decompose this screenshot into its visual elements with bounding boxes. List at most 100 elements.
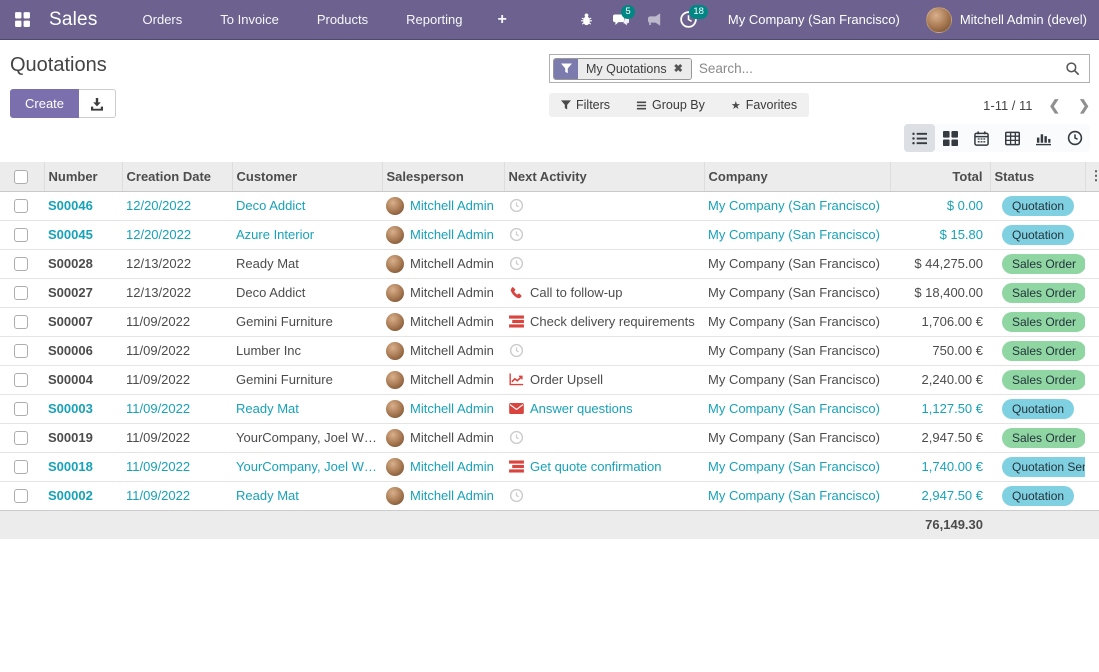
- cell-next-activity[interactable]: [504, 423, 704, 452]
- row-checkbox[interactable]: [14, 315, 28, 329]
- column-header-number[interactable]: Number: [44, 162, 122, 191]
- row-checkbox[interactable]: [14, 402, 28, 416]
- view-list-button[interactable]: [904, 124, 935, 152]
- menu-orders[interactable]: Orders: [124, 0, 202, 40]
- facet-remove-icon[interactable]: ✖: [674, 62, 683, 75]
- table-row[interactable]: S0004512/20/2022Azure InteriorMitchell A…: [0, 220, 1099, 249]
- search-icon[interactable]: [1056, 61, 1089, 76]
- row-checkbox[interactable]: [14, 286, 28, 300]
- column-header-total[interactable]: Total: [890, 162, 990, 191]
- chart-icon[interactable]: [508, 373, 524, 386]
- cell-next-activity[interactable]: [504, 220, 704, 249]
- apps-menu-icon[interactable]: [0, 0, 45, 40]
- optional-columns-icon[interactable]: ⋮: [1085, 162, 1099, 191]
- table-row[interactable]: S0002712/13/2022Deco AddictMitchell Admi…: [0, 278, 1099, 307]
- tasks-icon[interactable]: [508, 315, 524, 328]
- phone-icon[interactable]: [508, 286, 524, 300]
- table-row[interactable]: S0001911/09/2022YourCompany, Joel Willis…: [0, 423, 1099, 452]
- view-pivot-button[interactable]: [997, 124, 1028, 152]
- table-row[interactable]: S0000211/09/2022Ready MatMitchell AdminM…: [0, 481, 1099, 510]
- cell-next-activity[interactable]: [504, 191, 704, 220]
- column-header-status[interactable]: Status: [990, 162, 1085, 191]
- column-header-customer[interactable]: Customer: [232, 162, 382, 191]
- page-title: Quotations: [10, 54, 107, 77]
- row-checkbox[interactable]: [14, 344, 28, 358]
- view-activity-button[interactable]: [1059, 124, 1090, 152]
- avatar[interactable]: [926, 7, 952, 33]
- cell-next-activity[interactable]: Call to follow-up: [504, 278, 704, 307]
- row-checkbox[interactable]: [14, 373, 28, 387]
- cell-salesperson: Mitchell Admin: [382, 307, 504, 336]
- table-row[interactable]: S0000411/09/2022Gemini FurnitureMitchell…: [0, 365, 1099, 394]
- table-row[interactable]: S0000611/09/2022Lumber IncMitchell Admin…: [0, 336, 1099, 365]
- debug-bug-icon[interactable]: [570, 0, 604, 40]
- calendar-icon: [974, 131, 989, 146]
- column-header-salesperson[interactable]: Salesperson: [382, 162, 504, 191]
- group-by-button[interactable]: Group By: [636, 98, 705, 112]
- cell-next-activity[interactable]: Order Upsell: [504, 365, 704, 394]
- column-header-company[interactable]: Company: [704, 162, 890, 191]
- clock-icon[interactable]: [508, 227, 524, 242]
- activities-clock-icon[interactable]: 18: [672, 0, 706, 40]
- table-row[interactable]: S0004612/20/2022Deco AddictMitchell Admi…: [0, 191, 1099, 220]
- search-input[interactable]: [692, 61, 1056, 76]
- menu-to-invoice[interactable]: To Invoice: [201, 0, 298, 40]
- cell-company: My Company (San Francisco): [704, 365, 890, 394]
- tasks-icon[interactable]: [508, 460, 524, 473]
- cell-next-activity[interactable]: Check delivery requirements: [504, 307, 704, 336]
- cell-number: S00027: [44, 278, 122, 307]
- company-switcher[interactable]: My Company (San Francisco): [728, 12, 900, 27]
- cell-salesperson: Mitchell Admin: [382, 191, 504, 220]
- table-row[interactable]: S0000311/09/2022Ready MatMitchell AdminA…: [0, 394, 1099, 423]
- cell-customer: Ready Mat: [232, 481, 382, 510]
- row-checkbox[interactable]: [14, 199, 28, 213]
- pager-next-icon[interactable]: ❯: [1078, 97, 1090, 114]
- row-checkbox[interactable]: [14, 460, 28, 474]
- row-checkbox[interactable]: [14, 257, 28, 271]
- row-checkbox[interactable]: [14, 431, 28, 445]
- select-all-checkbox[interactable]: [14, 170, 28, 184]
- user-menu[interactable]: Mitchell Admin (devel): [960, 12, 1087, 27]
- cell-next-activity[interactable]: Get quote confirmation: [504, 452, 704, 481]
- menu-reporting[interactable]: Reporting: [387, 0, 481, 40]
- star-icon: ★: [731, 99, 741, 112]
- export-button[interactable]: [79, 89, 116, 118]
- cell-salesperson: Mitchell Admin: [382, 481, 504, 510]
- announcement-megaphone-icon[interactable]: [638, 0, 672, 40]
- view-graph-button[interactable]: [1028, 124, 1059, 152]
- filters-button[interactable]: Filters: [561, 98, 610, 112]
- cell-next-activity[interactable]: Answer questions: [504, 394, 704, 423]
- pager-previous-icon[interactable]: ❮: [1049, 97, 1061, 114]
- menu-products[interactable]: Products: [298, 0, 387, 40]
- favorites-button[interactable]: ★ Favorites: [731, 98, 797, 112]
- envelope-icon[interactable]: [508, 403, 524, 414]
- clock-icon[interactable]: [508, 198, 524, 213]
- clock-icon[interactable]: [508, 430, 524, 445]
- extra-menu-plus-icon[interactable]: +: [482, 0, 523, 40]
- row-checkbox[interactable]: [14, 489, 28, 503]
- cell-next-activity[interactable]: [504, 249, 704, 278]
- table-row[interactable]: S0002812/13/2022Ready MatMitchell AdminM…: [0, 249, 1099, 278]
- control-panel: Quotations Create My Quotations ✖: [0, 40, 1099, 162]
- cell-next-activity[interactable]: [504, 336, 704, 365]
- create-button[interactable]: Create: [10, 89, 79, 118]
- cell-customer: Azure Interior: [232, 220, 382, 249]
- cell-creation-date: 11/09/2022: [122, 481, 232, 510]
- cell-number: S00003: [44, 394, 122, 423]
- clock-icon[interactable]: [508, 343, 524, 358]
- table-row[interactable]: S0001811/09/2022YourCompany, Joel Willis…: [0, 452, 1099, 481]
- cell-number: S00006: [44, 336, 122, 365]
- list-icon: [911, 131, 928, 146]
- cell-creation-date: 12/13/2022: [122, 278, 232, 307]
- column-header-next-activity[interactable]: Next Activity: [504, 162, 704, 191]
- view-calendar-button[interactable]: [966, 124, 997, 152]
- messages-icon[interactable]: 5: [604, 0, 638, 40]
- app-name[interactable]: Sales: [49, 9, 98, 31]
- clock-icon[interactable]: [508, 256, 524, 271]
- row-checkbox[interactable]: [14, 228, 28, 242]
- table-row[interactable]: S0000711/09/2022Gemini FurnitureMitchell…: [0, 307, 1099, 336]
- view-kanban-button[interactable]: [935, 124, 966, 152]
- column-header-creation-date[interactable]: Creation Date: [122, 162, 232, 191]
- cell-next-activity[interactable]: [504, 481, 704, 510]
- clock-icon[interactable]: [508, 488, 524, 503]
